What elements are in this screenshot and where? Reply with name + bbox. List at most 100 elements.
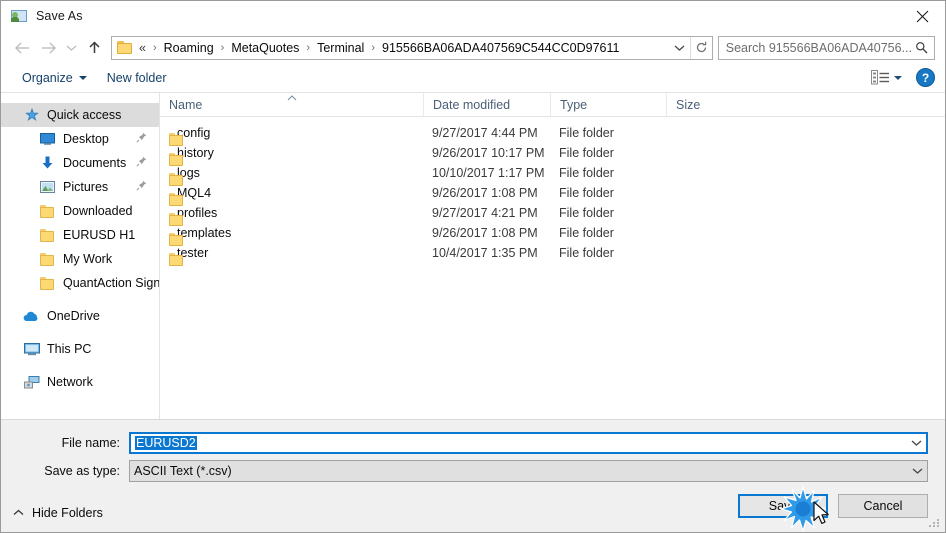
column-header-date-modified[interactable]: Date modified [423, 92, 550, 117]
search-input[interactable]: Search 915566BA06ADA40756... [717, 35, 935, 60]
file-type: File folder [559, 126, 614, 140]
view-layout-icon[interactable] [870, 70, 890, 86]
file-name-chevron-down-icon[interactable] [906, 439, 926, 447]
new-folder-button[interactable]: New folder [100, 68, 174, 88]
organize-button[interactable]: Organize [15, 68, 94, 88]
save-as-type-select[interactable]: ASCII Text (*.csv) [129, 460, 928, 482]
breadcrumb-item-metaquotes[interactable]: MetaQuotes [228, 39, 302, 57]
window-title: Save As [36, 9, 83, 23]
breadcrumb-item-roaming[interactable]: Roaming [161, 39, 217, 57]
file-name-cell: tester [160, 246, 423, 266]
refresh-icon[interactable] [689, 36, 712, 59]
save-as-type-chevron-down-icon[interactable] [907, 467, 927, 475]
sidebar-item-this-pc[interactable]: This PC [1, 337, 159, 361]
chevron-down-icon [78, 75, 87, 80]
sidebar-item-label: OneDrive [47, 309, 100, 323]
file-type: File folder [559, 166, 614, 180]
resize-grip-icon[interactable] [929, 517, 941, 529]
sort-ascending-caret-icon [287, 94, 296, 103]
table-row[interactable]: profiles 9/27/2017 4:21 PM File folder [160, 203, 945, 226]
recent-locations-chevron-down-icon[interactable] [61, 36, 81, 60]
file-name: profiles [177, 206, 218, 220]
table-row[interactable]: templates 9/26/2017 1:08 PM File folder [160, 223, 945, 246]
forward-icon[interactable] [35, 36, 61, 60]
hide-folders-button[interactable]: Hide Folders [13, 506, 103, 520]
sidebar-item-my-work[interactable]: My Work [1, 247, 159, 271]
pin-icon[interactable] [136, 156, 147, 170]
file-name-label: File name: [61, 436, 120, 450]
sidebar-item-network[interactable]: Network [1, 370, 159, 394]
file-type: File folder [559, 246, 614, 260]
back-icon[interactable] [9, 36, 35, 60]
column-header-label: Name [169, 97, 203, 112]
address-bar[interactable]: « › Roaming › MetaQuotes › Terminal › 91… [111, 35, 713, 60]
pin-icon[interactable] [136, 180, 147, 194]
sidebar-item-downloaded[interactable]: Downloaded [1, 199, 159, 223]
chevron-up-icon [13, 508, 24, 519]
table-row[interactable]: MQL4 9/26/2017 1:08 PM File folder [160, 183, 945, 206]
column-header-label: Size [676, 97, 701, 112]
search-placeholder: Search 915566BA06ADA40756... [725, 40, 912, 55]
sidebar-item-quick-access[interactable]: Quick access [1, 103, 159, 127]
help-label: ? [921, 70, 930, 85]
breadcrumb-item-guid[interactable]: 915566BA06ADA407569C544CC0D97611 [379, 39, 622, 57]
sidebar-item-label: Quick access [47, 108, 122, 122]
breadcrumb-lead[interactable]: « [138, 39, 149, 57]
table-row[interactable]: tester 10/4/2017 1:35 PM File folder [160, 243, 945, 266]
breadcrumb-separator: › [371, 41, 376, 54]
save-as-folder-person-icon [11, 8, 27, 24]
column-header-label: Date modified [433, 97, 511, 112]
column-header-type[interactable]: Type [550, 92, 666, 117]
table-row[interactable]: config 9/27/2017 4:44 PM File folder [160, 123, 945, 146]
file-rows: config 9/27/2017 4:44 PM File folder his… [160, 117, 945, 419]
sidebar-item-documents[interactable]: Documents [1, 151, 159, 175]
cancel-button[interactable]: Cancel [838, 494, 928, 518]
address-bar-row: « › Roaming › MetaQuotes › Terminal › 91… [1, 32, 945, 63]
sidebar-item-label: EURUSD H1 [63, 228, 136, 242]
breadcrumb: « › Roaming › MetaQuotes › Terminal › 91… [138, 39, 670, 57]
table-row[interactable]: history 9/26/2017 10:17 PM File folder [160, 143, 945, 166]
pin-icon[interactable] [136, 132, 147, 146]
sidebar-item-desktop[interactable]: Desktop [1, 127, 159, 151]
file-name-value-wrap: EURUSD2 [131, 436, 906, 450]
save-as-type-label: Save as type: [44, 464, 120, 478]
address-bar-chevron-down-icon[interactable] [670, 37, 690, 59]
column-header-size[interactable]: Size [666, 92, 746, 117]
file-name-cell: logs [160, 166, 423, 186]
file-date: 9/26/2017 10:17 PM [432, 146, 545, 160]
save-button[interactable]: Save [738, 494, 828, 518]
network-icon [23, 375, 40, 389]
column-headers: Name Date modified Type Size [160, 92, 945, 117]
sidebar-item-quantaction-signal[interactable]: QuantAction Signal [1, 271, 159, 295]
star-pin-icon [23, 108, 40, 122]
folder-icon [39, 228, 56, 242]
sidebar-item-pictures[interactable]: Pictures [1, 175, 159, 199]
file-name-input[interactable]: EURUSD2 [129, 432, 928, 454]
sidebar-item-label: Pictures [63, 180, 109, 194]
sidebar-item-eurusd-h1[interactable]: EURUSD H1 [1, 223, 159, 247]
file-list-pane: Name Date modified Type Size config 9/27… [160, 92, 945, 419]
hide-folders-label: Hide Folders [32, 506, 103, 520]
file-type: File folder [559, 206, 614, 220]
navigation-sidebar: Quick access Desktop Documents Pictures … [1, 93, 160, 419]
file-date: 10/10/2017 1:17 PM [432, 166, 545, 180]
file-name-cell: history [160, 146, 423, 166]
file-name-cell: config [160, 126, 423, 146]
sidebar-item-label: QuantAction Signal [63, 276, 160, 290]
breadcrumb-item-terminal[interactable]: Terminal [314, 39, 367, 57]
close-icon[interactable] [899, 1, 945, 32]
table-row[interactable]: logs 10/10/2017 1:17 PM File folder [160, 163, 945, 186]
sidebar-item-onedrive[interactable]: OneDrive [1, 304, 159, 328]
view-chevron-down-icon[interactable] [894, 75, 902, 80]
help-circle-icon[interactable]: ? [916, 68, 935, 87]
sidebar-item-label: My Work [63, 252, 113, 266]
folder-icon [39, 252, 56, 266]
organize-label: Organize [22, 70, 73, 85]
column-header-name[interactable]: Name [160, 93, 423, 117]
file-date: 9/27/2017 4:21 PM [432, 206, 538, 220]
file-name-cell: profiles [160, 206, 423, 226]
sidebar-item-label: Network [47, 375, 93, 389]
up-icon[interactable] [81, 36, 107, 60]
file-name-cell: MQL4 [160, 186, 423, 206]
cancel-label: Cancel [863, 499, 903, 513]
